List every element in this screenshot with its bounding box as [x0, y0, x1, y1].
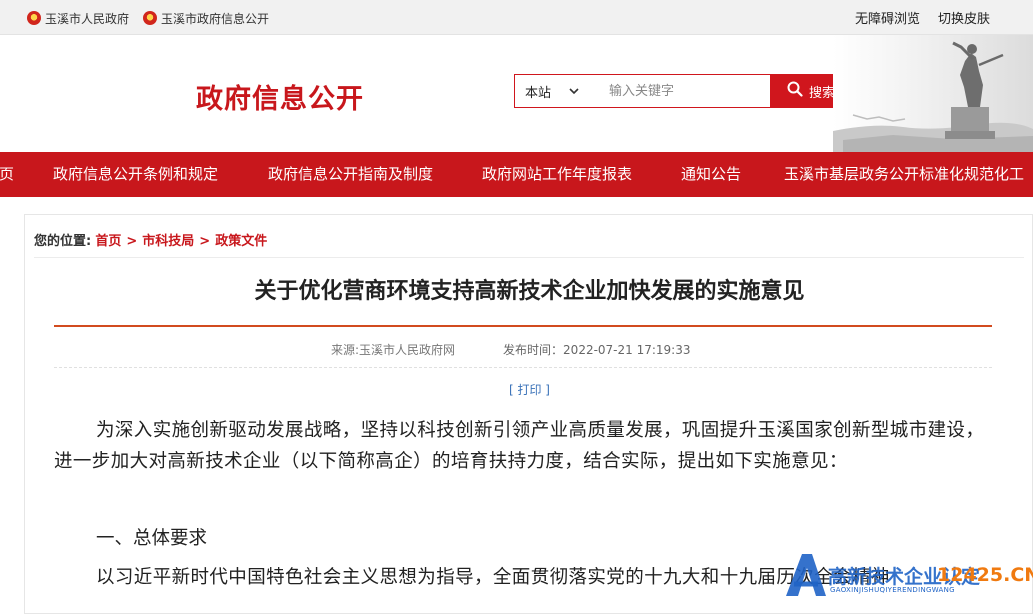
print-link[interactable]: [ 打印 ] [25, 381, 1033, 398]
breadcrumb-separator: > [199, 234, 211, 249]
breadcrumb-policy-docs[interactable]: 政策文件 [215, 234, 267, 249]
info-disclosure-label: 玉溪市政府信息公开 [161, 11, 270, 26]
site-header: 政府信息公开 本站 搜索 [0, 35, 1033, 152]
nav-item-home[interactable]: 页 [0, 152, 14, 197]
page-title: 政府信息公开 [196, 84, 364, 115]
info-disclosure-link[interactable]: 玉溪市政府信息公开 [143, 10, 269, 26]
nav-item-notices[interactable]: 通知公告 [681, 152, 741, 197]
breadcrumb-separator: > [126, 234, 138, 249]
national-emblem-icon [27, 11, 41, 25]
breadcrumb: 您的位置: 首页 > 市科技局 > 政策文件 [34, 230, 267, 249]
chevron-down-icon [569, 85, 579, 98]
article-publish-time: 发布时间：2022-07-21 17:19:33 [503, 343, 691, 357]
landmark-statue-image [833, 35, 1033, 152]
gov-portal-label: 玉溪市人民政府 [45, 11, 130, 26]
nav-item-standardization[interactable]: 玉溪市基层政务公开标准化规范化工 [784, 152, 1024, 197]
main-nav: 页 政府信息公开条例和规定 政府信息公开指南及制度 政府网站工作年度报表 通知公… [0, 152, 1033, 197]
divider [34, 257, 1024, 258]
breadcrumb-label: 您的位置: [34, 234, 92, 249]
search-button-label: 搜索 [808, 85, 835, 101]
watermark-pinyin: GAOXINJISHUQIYERENDINGWANG [830, 586, 955, 594]
nav-item-annual-report[interactable]: 政府网站工作年度报表 [482, 152, 632, 197]
search-scope-select[interactable]: 本站 [515, 75, 601, 107]
article-meta: 来源:玉溪市人民政府网 发布时间：2022-07-21 17:19:33 [331, 341, 691, 358]
search-input[interactable] [601, 75, 779, 107]
watermark-domain: 12425.CN [937, 564, 1033, 586]
breadcrumb-home[interactable]: 首页 [95, 234, 121, 249]
search-scope-value: 本站 [525, 85, 552, 101]
watermark-logo: 高新技术企业认定 12425.CN GAOXINJISHUQIYERENDING… [780, 548, 1033, 600]
article-paragraph: 为深入实施创新驱动发展战略，坚持以科技创新引领产业高质量发展，巩固提升玉溪国家创… [54, 420, 985, 472]
breadcrumb-bureau[interactable]: 市科技局 [142, 234, 194, 249]
search-bar: 本站 搜索 [514, 74, 852, 108]
divider [54, 367, 992, 368]
gov-portal-link[interactable]: 玉溪市人民政府 [27, 10, 129, 26]
top-utility-bar: 玉溪市人民政府 玉溪市政府信息公开 无障碍浏览 切换皮肤 [0, 0, 1033, 35]
national-emblem-icon [143, 11, 157, 25]
article-source: 来源:玉溪市人民政府网 [331, 343, 456, 357]
nav-item-guide[interactable]: 政府信息公开指南及制度 [268, 152, 433, 197]
article-title: 关于优化营商环境支持高新技术企业加快发展的实施意见 [254, 279, 805, 304]
title-divider [54, 325, 992, 327]
switch-skin-link[interactable]: 切换皮肤 [938, 8, 990, 27]
accessibility-link[interactable]: 无障碍浏览 [855, 8, 920, 27]
nav-item-regulations[interactable]: 政府信息公开条例和规定 [53, 152, 218, 197]
search-icon [787, 81, 803, 101]
